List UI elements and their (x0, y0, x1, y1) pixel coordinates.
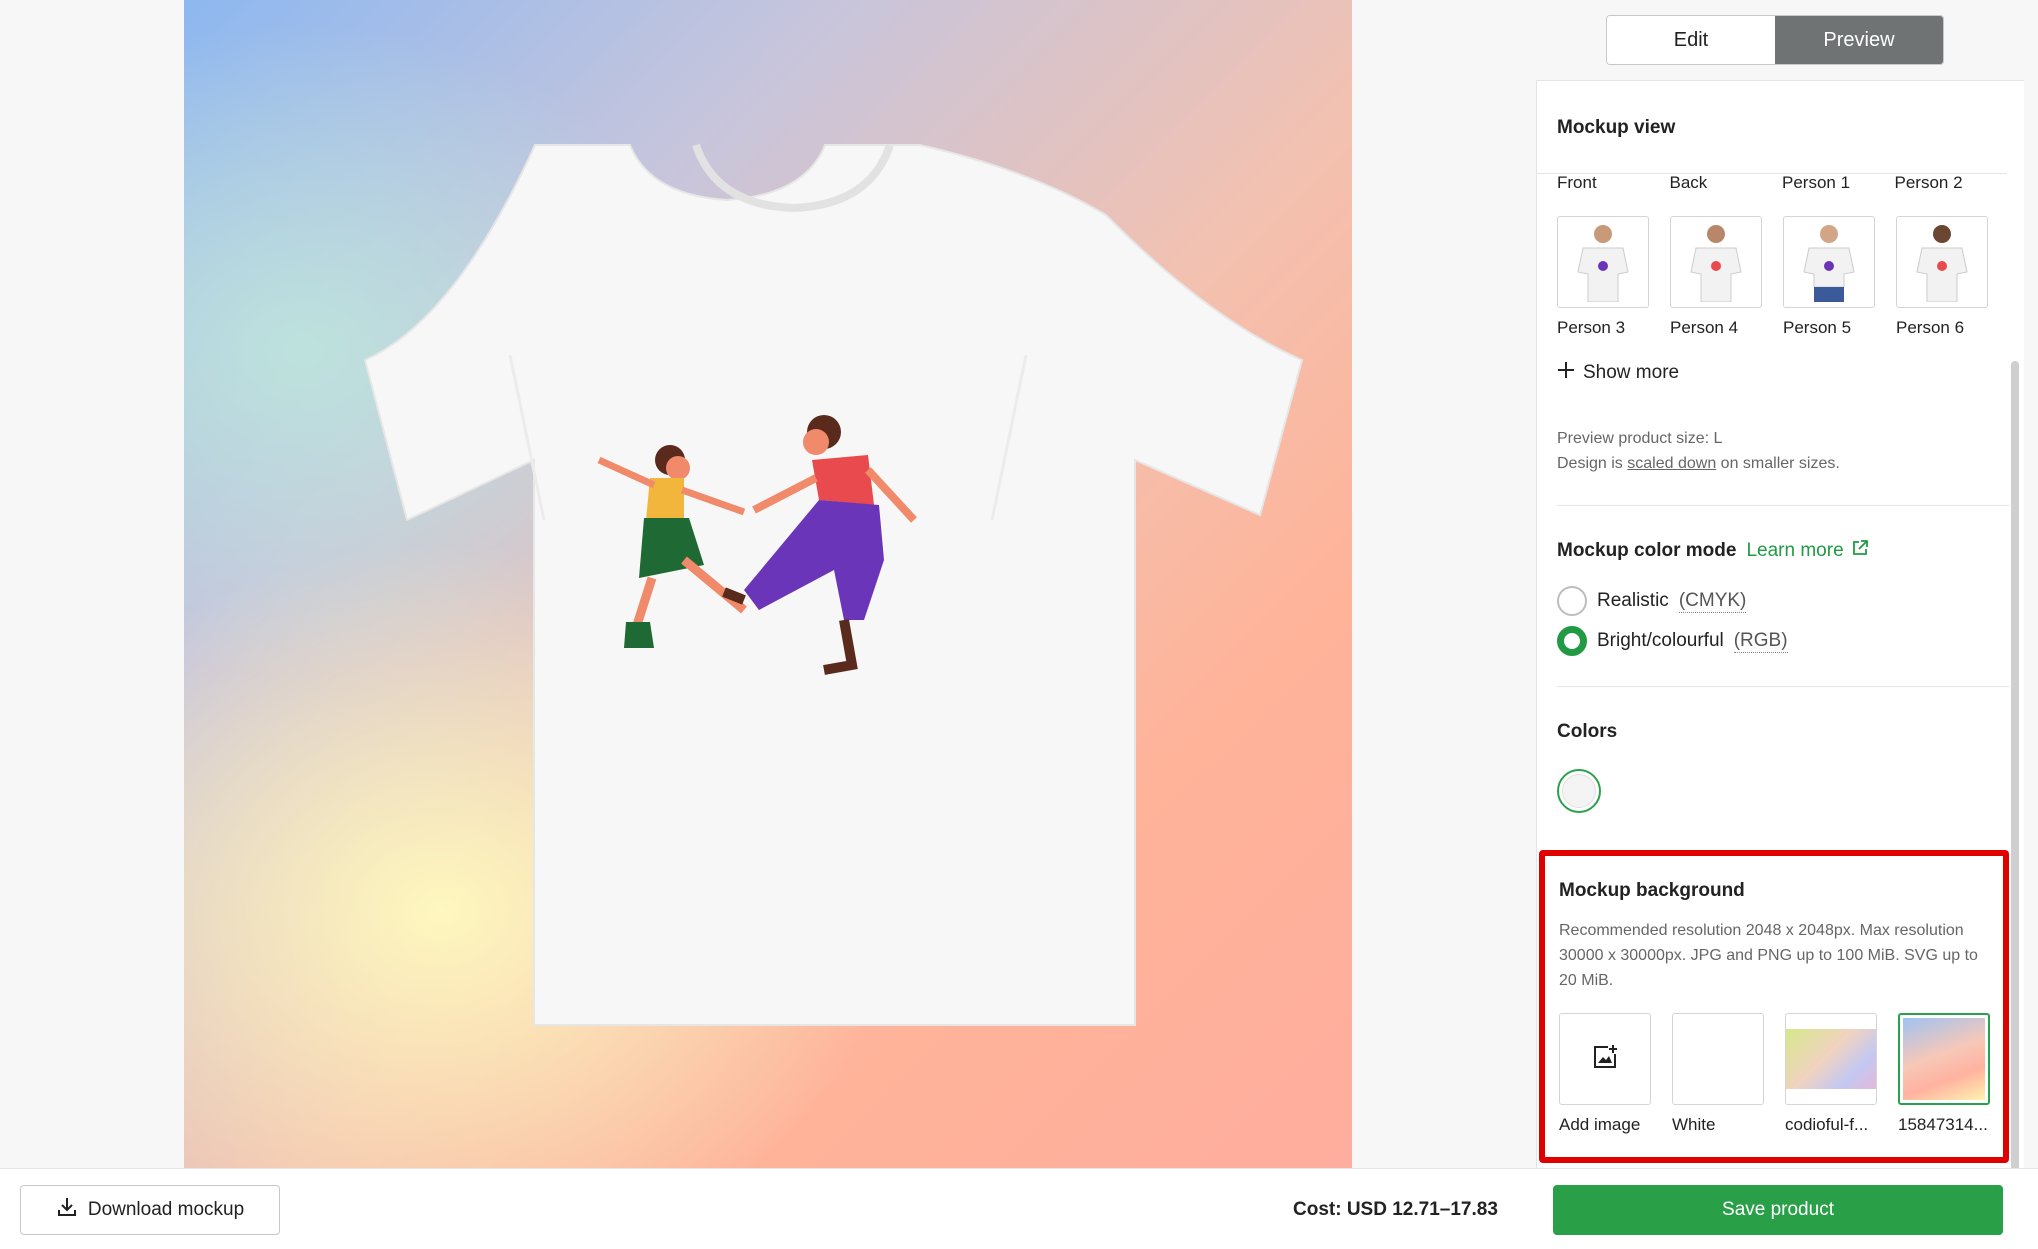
background-option-codioful[interactable]: codioful-f... (1785, 1013, 1877, 1135)
view-thumb-person-5[interactable]: Person 5 (1783, 216, 1875, 338)
learn-more-link[interactable]: Learn more (1746, 540, 1868, 562)
background-option-label: 15847314... (1898, 1115, 1988, 1134)
view-thumb-label: Person 4 (1670, 318, 1739, 337)
preview-size-info: Preview product size: L Design is scaled… (1557, 426, 1840, 476)
divider (1557, 505, 2009, 506)
cost-text: Cost: USD 12.71–17.83 (1293, 1199, 1498, 1220)
radio-button-selected[interactable] (1557, 626, 1587, 656)
background-option-selected[interactable]: 15847314... (1898, 1013, 1990, 1135)
radio-note: (CMYK) (1678, 589, 1747, 613)
person-thumbnail-image (1670, 216, 1762, 308)
white-background-tile[interactable] (1672, 1013, 1764, 1105)
tshirt-shape (363, 144, 1304, 1026)
external-link-icon (1852, 540, 1868, 562)
bottom-action-bar: Download mockup Cost: USD 12.71–17.83 Sa… (0, 1168, 2038, 1249)
plus-icon (1557, 361, 1575, 385)
view-thumb-label: Person 3 (1557, 318, 1626, 337)
view-thumb-label: Person 5 (1783, 318, 1852, 337)
background-option-label: codioful-f... (1785, 1115, 1869, 1134)
view-thumb-person-6[interactable]: Person 6 (1896, 216, 1988, 338)
gradient-thumbnail (1786, 1029, 1876, 1089)
mockup-view-thumbnails: Person 3 Person 4 Person 5 Person 6 (1557, 216, 2009, 338)
tab-edit[interactable]: Edit (1607, 16, 1775, 64)
settings-area: Edit Preview Mockup view Front Back Pers… (1536, 0, 2038, 1168)
mockup-background-section: Mockup background Recommended resolution… (1539, 850, 2009, 1163)
color-swatch-white[interactable] (1557, 769, 1601, 813)
gradient-background-tile[interactable] (1785, 1013, 1877, 1105)
view-label-back[interactable]: Back (1670, 173, 1783, 193)
preview-size-text: Preview product size: L (1557, 430, 1723, 447)
view-thumb-label: Person 6 (1896, 318, 1965, 337)
save-product-button[interactable]: Save product (1553, 1185, 2003, 1235)
person-thumbnail-image (1783, 216, 1875, 308)
radio-label: Bright/colourful (1597, 630, 1724, 651)
background-description: Recommended resolution 2048 x 2048px. Ma… (1559, 922, 1978, 989)
color-mode-header: Mockup color mode Learn more (1557, 540, 1868, 562)
colors-title: Colors (1557, 721, 1618, 742)
background-option-add-image[interactable]: Add image (1559, 1013, 1651, 1135)
radio-label: Realistic (1597, 590, 1669, 611)
scaling-note-suffix: on smaller sizes. (1720, 455, 1840, 472)
radio-note: (RGB) (1733, 629, 1788, 653)
scaling-note-prefix: Design is (1557, 455, 1623, 472)
view-thumb-person-4[interactable]: Person 4 (1670, 216, 1762, 338)
scaled-down-link[interactable]: scaled down (1627, 455, 1716, 472)
background-option-label: Add image (1559, 1115, 1641, 1134)
learn-more-label: Learn more (1746, 540, 1844, 561)
swatch-fill (1562, 774, 1596, 808)
background-options: Add image White codioful-f... 15847314..… (1559, 1013, 1990, 1135)
add-image-icon (1591, 1043, 1619, 1076)
settings-panel: Mockup view Front Back Person 1 Person 2… (1536, 80, 2024, 1168)
background-option-white[interactable]: White (1672, 1013, 1764, 1135)
download-mockup-button[interactable]: Download mockup (20, 1185, 280, 1235)
download-icon (56, 1196, 78, 1224)
radio-button[interactable] (1557, 586, 1587, 616)
color-mode-title: Mockup color mode (1557, 540, 1737, 561)
person-thumbnail-image (1557, 216, 1649, 308)
radio-realistic[interactable]: Realistic (CMYK) (1557, 586, 1747, 616)
background-title: Mockup background (1559, 880, 1745, 901)
view-label-person-1[interactable]: Person 1 (1782, 173, 1895, 193)
add-image-tile[interactable] (1559, 1013, 1651, 1105)
show-more-label: Show more (1583, 362, 1680, 383)
mockup-preview-canvas (184, 0, 1352, 1168)
tab-preview[interactable]: Preview (1775, 16, 1943, 64)
radio-bright[interactable]: Bright/colourful (RGB) (1557, 626, 1788, 656)
tshirt-mockup-image (363, 143, 1304, 1026)
download-label: Download mockup (87, 1199, 245, 1220)
selected-background-tile[interactable] (1898, 1013, 1990, 1105)
view-thumb-person-3[interactable]: Person 3 (1557, 216, 1649, 338)
scaling-note: Design is scaled down on smaller sizes. (1557, 451, 1840, 476)
background-option-label: White (1672, 1115, 1716, 1134)
gradient-thumbnail (1903, 1018, 1985, 1100)
show-more-button[interactable]: Show more (1557, 361, 1679, 385)
view-label-person-2[interactable]: Person 2 (1895, 173, 2008, 193)
mockup-view-title: Mockup view (1557, 117, 1676, 138)
mockup-view-top-labels: Front Back Person 1 Person 2 (1557, 173, 2007, 193)
person-thumbnail-image (1896, 216, 1988, 308)
mode-tabs: Edit Preview (1606, 15, 1944, 65)
divider (1557, 686, 2009, 687)
view-label-front[interactable]: Front (1557, 173, 1670, 193)
panel-scrollbar[interactable] (2011, 361, 2019, 1168)
